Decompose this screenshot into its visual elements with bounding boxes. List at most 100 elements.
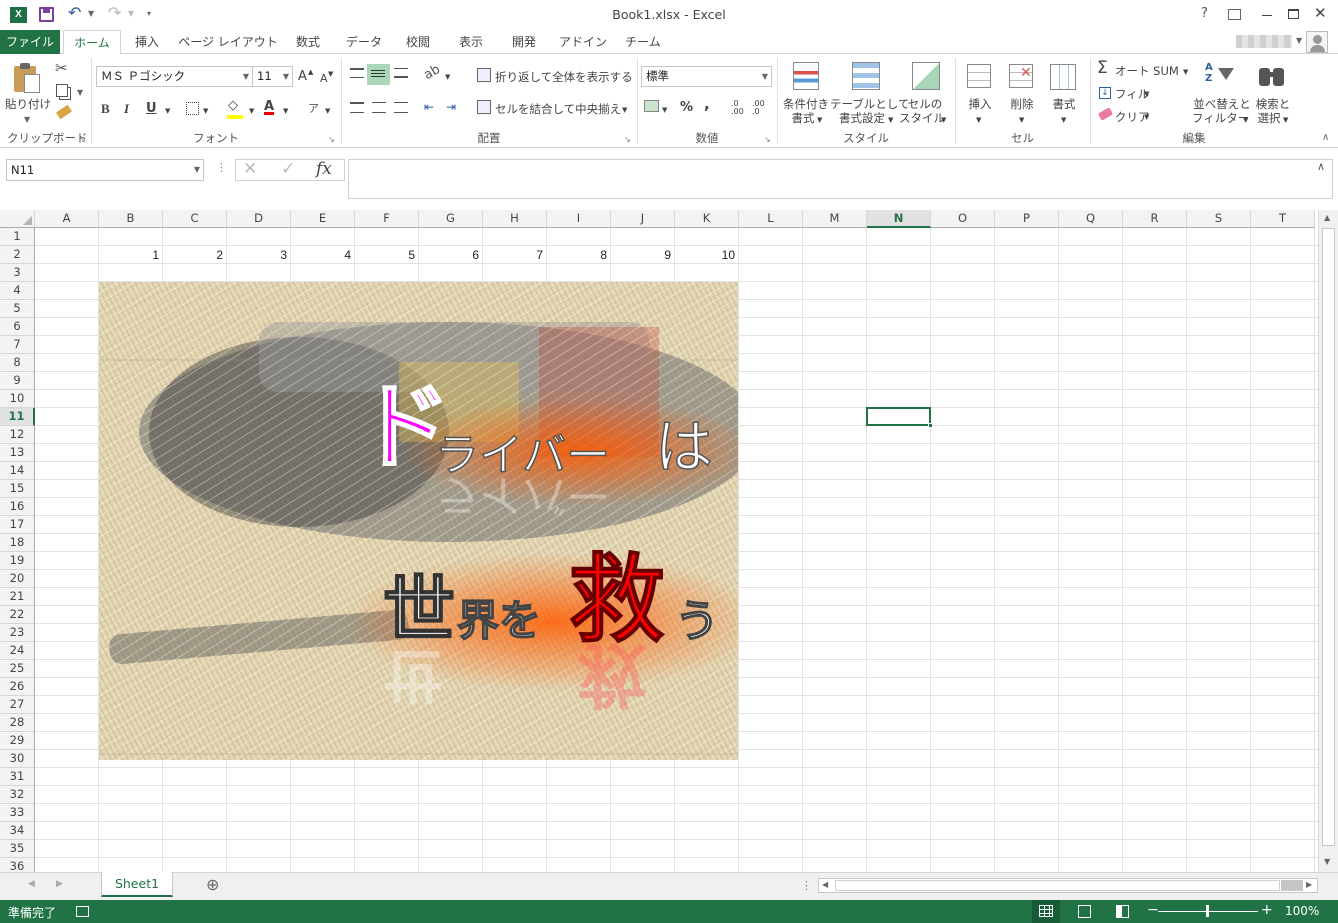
clear-dropdown-icon[interactable]: ▼ bbox=[1144, 111, 1149, 124]
sort-filter-icon[interactable]: AZ bbox=[1205, 62, 1213, 84]
row-header-16[interactable]: 16 bbox=[0, 498, 35, 516]
formula-bar-options-icon[interactable]: ⋮ bbox=[216, 161, 227, 174]
column-header-q[interactable]: Q bbox=[1059, 210, 1123, 228]
column-header-l[interactable]: L bbox=[739, 210, 803, 228]
column-header-f[interactable]: F bbox=[355, 210, 419, 228]
horizontal-scrollbar[interactable]: ◀ ▶ bbox=[818, 878, 1318, 893]
orientation-dropdown-icon[interactable]: ▼ bbox=[445, 71, 450, 84]
vertical-scrollbar[interactable]: ▲ ▼ bbox=[1318, 210, 1338, 872]
row-header-31[interactable]: 31 bbox=[0, 768, 35, 786]
insert-cells-icon[interactable] bbox=[967, 64, 991, 88]
fill-handle[interactable] bbox=[928, 423, 933, 428]
cell-h2[interactable]: 7 bbox=[483, 246, 543, 264]
sort-filter-dropdown-icon[interactable]: ▼ bbox=[1243, 114, 1248, 127]
tab-view[interactable]: 表示 bbox=[448, 30, 494, 54]
zoom-level[interactable]: 100% bbox=[1285, 904, 1319, 918]
page-layout-view-icon[interactable] bbox=[1078, 905, 1091, 918]
row-header-8[interactable]: 8 bbox=[0, 354, 35, 372]
format-cells-icon[interactable] bbox=[1050, 64, 1076, 90]
insert-cells-dropdown-icon[interactable]: ▼ bbox=[976, 114, 981, 127]
autosum-icon[interactable]: Σ bbox=[1097, 58, 1108, 78]
number-format-dropdown-icon[interactable]: ▼ bbox=[762, 67, 768, 86]
cell-k2[interactable]: 10 bbox=[675, 246, 735, 264]
page-break-view-icon[interactable] bbox=[1116, 905, 1129, 918]
format-cells-button[interactable]: 書式 bbox=[1044, 98, 1084, 111]
italic-button[interactable]: I bbox=[124, 102, 129, 115]
merge-center-button[interactable]: セルを結合して中央揃え bbox=[495, 103, 621, 116]
cell-styles-icon[interactable] bbox=[912, 62, 940, 90]
zoom-out-button[interactable]: − bbox=[1147, 902, 1159, 918]
row-header-35[interactable]: 35 bbox=[0, 840, 35, 858]
tab-file[interactable]: ファイル bbox=[0, 30, 60, 54]
grow-font-button[interactable]: A bbox=[298, 70, 307, 83]
row-header-34[interactable]: 34 bbox=[0, 822, 35, 840]
column-header-d[interactable]: D bbox=[227, 210, 291, 228]
underline-button[interactable]: U bbox=[146, 102, 157, 115]
format-cells-dropdown-icon[interactable]: ▼ bbox=[1061, 114, 1066, 127]
clipboard-launcher-icon[interactable]: ↘ bbox=[79, 135, 86, 144]
sheet-tab-sheet1[interactable]: Sheet1 bbox=[101, 872, 173, 897]
tab-split-handle-icon[interactable]: ⋮ bbox=[801, 879, 812, 892]
conditional-format-icon[interactable] bbox=[793, 62, 819, 90]
font-launcher-icon[interactable]: ↘ bbox=[328, 135, 335, 144]
select-all-corner[interactable] bbox=[0, 210, 35, 228]
zoom-slider-thumb[interactable] bbox=[1206, 905, 1209, 917]
cell-j2[interactable]: 9 bbox=[611, 246, 671, 264]
shrink-font-button[interactable]: A bbox=[320, 72, 328, 85]
scroll-right-icon[interactable]: ▶ bbox=[1306, 880, 1312, 889]
fill-dropdown-icon[interactable]: ▼ bbox=[1144, 88, 1149, 101]
avatar[interactable] bbox=[1306, 31, 1328, 53]
row-header-22[interactable]: 22 bbox=[0, 606, 35, 624]
tab-insert[interactable]: 挿入 bbox=[124, 30, 170, 54]
zoom-in-button[interactable]: + bbox=[1261, 902, 1273, 918]
column-header-s[interactable]: S bbox=[1187, 210, 1251, 228]
copy-icon[interactable] bbox=[56, 84, 68, 97]
cell-styles-dropdown-icon[interactable]: ▼ bbox=[941, 114, 946, 127]
find-select-dropdown-icon[interactable]: ▼ bbox=[1283, 114, 1288, 127]
embedded-picture[interactable]: ド ライバー は ライバー 世 界を 救 う 世 救 bbox=[99, 282, 738, 760]
conditional-format-line1[interactable]: 条件付き bbox=[780, 98, 832, 111]
autosum-dropdown-icon[interactable]: ▼ bbox=[1183, 66, 1188, 79]
align-right-icon[interactable] bbox=[394, 102, 408, 113]
name-box[interactable]: N11 ▼ bbox=[6, 159, 204, 181]
new-sheet-button[interactable]: ⊕ bbox=[206, 875, 219, 894]
cell-e2[interactable]: 4 bbox=[291, 246, 351, 264]
cell-styles-line1[interactable]: セルの bbox=[902, 98, 948, 111]
merge-center-dropdown-icon[interactable]: ▼ bbox=[622, 104, 627, 117]
column-header-p[interactable]: P bbox=[995, 210, 1059, 228]
fill-color-dropdown-icon[interactable]: ▼ bbox=[249, 105, 254, 118]
collapse-ribbon-icon[interactable]: ∧ bbox=[1322, 132, 1329, 143]
delete-cells-dropdown-icon[interactable]: ▼ bbox=[1019, 114, 1024, 127]
close-icon[interactable]: ✕ bbox=[1314, 4, 1327, 22]
paste-icon[interactable] bbox=[12, 62, 42, 94]
scroll-up-icon[interactable]: ▲ bbox=[1324, 213, 1330, 222]
font-name-dropdown-icon[interactable]: ▼ bbox=[243, 67, 249, 86]
font-color-button[interactable]: A bbox=[264, 100, 274, 113]
column-header-k[interactable]: K bbox=[675, 210, 739, 228]
active-cell-n11[interactable] bbox=[866, 407, 933, 428]
row-header-21[interactable]: 21 bbox=[0, 588, 35, 606]
tab-review[interactable]: 校閲 bbox=[395, 30, 441, 54]
column-header-r[interactable]: R bbox=[1123, 210, 1187, 228]
decrease-indent-icon[interactable]: ⇤ bbox=[424, 100, 434, 114]
clear-icon[interactable] bbox=[1097, 107, 1114, 121]
accounting-format-icon[interactable] bbox=[644, 100, 659, 112]
wrap-text-button[interactable]: 折り返して全体を表示する bbox=[495, 71, 633, 84]
row-header-13[interactable]: 13 bbox=[0, 444, 35, 462]
phonetic-icon[interactable]: ア bbox=[308, 100, 319, 116]
find-select-line1[interactable]: 検索と bbox=[1251, 98, 1295, 111]
row-header-29[interactable]: 29 bbox=[0, 732, 35, 750]
prev-sheet-icon[interactable]: ◀ bbox=[28, 879, 35, 889]
align-center-icon[interactable] bbox=[372, 102, 386, 113]
macro-record-icon[interactable] bbox=[76, 906, 89, 917]
wrap-text-icon[interactable] bbox=[477, 68, 491, 82]
row-header-14[interactable]: 14 bbox=[0, 462, 35, 480]
font-color-dropdown-icon[interactable]: ▼ bbox=[283, 105, 288, 118]
format-painter-icon[interactable] bbox=[55, 104, 73, 120]
column-header-h[interactable]: H bbox=[483, 210, 547, 228]
row-header-11[interactable]: 11 bbox=[0, 408, 35, 426]
alignment-launcher-icon[interactable]: ↘ bbox=[624, 135, 631, 144]
row-header-25[interactable]: 25 bbox=[0, 660, 35, 678]
fill-color-icon[interactable]: ◇ bbox=[228, 98, 238, 113]
row-header-36[interactable]: 36 bbox=[0, 858, 35, 872]
